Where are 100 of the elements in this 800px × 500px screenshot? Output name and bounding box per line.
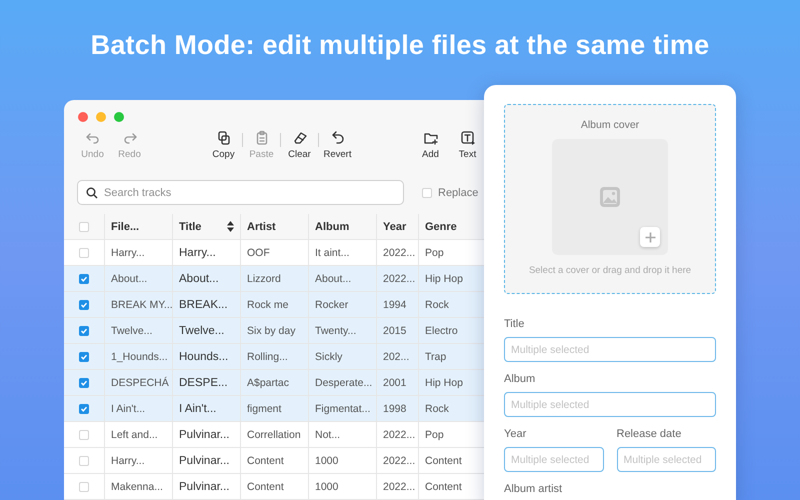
revert-button[interactable]: Revert: [319, 130, 356, 160]
table-row[interactable]: Harry... Pulvinar... Content 1000 2022... Content: [64, 448, 484, 474]
column-header[interactable]: Year: [376, 214, 418, 239]
row-checkbox[interactable]: [79, 274, 89, 284]
table-cell: Sickly: [315, 350, 342, 362]
table-cell: Hounds...: [179, 350, 228, 362]
table-cell: Harry...: [111, 246, 145, 258]
table-cell: 202...: [383, 350, 410, 362]
table-cell: Trap: [425, 350, 446, 362]
table-row[interactable]: DESPECHÁ DESPE... A$partac Desperate... 2001 Hip Hop: [64, 370, 484, 396]
minimize-button[interactable]: [96, 112, 106, 122]
cover-title: Album cover: [580, 119, 640, 131]
copy-button[interactable]: Copy: [205, 130, 242, 160]
table-cell: 2001: [383, 376, 406, 388]
row-checkbox[interactable]: [79, 352, 89, 362]
table-cell: Rocker: [315, 298, 348, 310]
sort-icon: [227, 221, 234, 232]
table-cell: Figmentat...: [315, 402, 370, 414]
add-button[interactable]: Add: [412, 130, 449, 160]
cover-drop-zone[interactable]: Album cover Select a cover or drag and drop it here: [504, 104, 716, 294]
table-cell: Content: [247, 454, 284, 466]
table-cell: Lizzord: [247, 272, 281, 284]
field-label: Year: [504, 428, 528, 440]
row-checkbox[interactable]: [79, 300, 89, 310]
table-row[interactable]: Makenna... Pulvinar... Content 1000 2022... Content: [64, 474, 484, 500]
column-header[interactable]: Title: [172, 214, 240, 239]
table-cell: DESPECHÁ: [111, 376, 169, 388]
input-field[interactable]: Multiple selected: [504, 392, 716, 417]
table-cell: Pulvinar...: [179, 428, 230, 440]
table-cell: 1_Hounds...: [111, 350, 168, 362]
table-cell: Desperate...: [315, 376, 372, 388]
table-cell: 1000: [315, 454, 338, 466]
table-cell: Content: [425, 454, 462, 466]
table-cell: Pulvinar...: [179, 454, 230, 466]
table-cell: 2022...: [383, 246, 416, 258]
table-row[interactable]: About... About... Lizzord About... 2022... Hip Hop: [64, 266, 484, 292]
table-cell: Pop: [425, 428, 444, 440]
table-cell: It aint...: [315, 246, 350, 258]
table-cell: OOF: [247, 246, 270, 258]
table-row[interactable]: Left and... Pulvinar... Correllation Not... 2022... Pop: [64, 422, 484, 448]
table-cell: Six by day: [247, 324, 296, 336]
table-cell: BREAK MY...: [111, 298, 172, 310]
table-cell: 2015: [383, 324, 406, 336]
table-cell: BREAK...: [179, 298, 228, 310]
close-button[interactable]: [78, 112, 88, 122]
table-cell: 2022...: [383, 454, 416, 466]
column-header[interactable]: Artist: [240, 214, 308, 239]
row-checkbox[interactable]: [79, 326, 89, 336]
table-cell: Content: [425, 480, 462, 492]
column-header[interactable]: Album: [308, 214, 376, 239]
table-cell: Twenty...: [315, 324, 356, 336]
table-cell: 2022...: [383, 272, 416, 284]
table-row[interactable]: Harry... Harry... OOF It aint... 2022... Pop: [64, 240, 484, 266]
table-cell: About...: [315, 272, 352, 284]
table-cell: Rock: [425, 298, 449, 310]
input-field[interactable]: Multiple selected: [504, 337, 716, 362]
table-row[interactable]: BREAK MY... BREAK... Rock me Rocker 1994 Rock: [64, 292, 484, 318]
table-cell: I Ain't...: [111, 402, 146, 414]
field-label: Release date: [616, 428, 682, 440]
replace-checkbox[interactable]: [422, 188, 432, 198]
revert-icon: [330, 130, 346, 146]
plus-icon: [644, 232, 656, 242]
table-row[interactable]: I Ain't... I Ain't... figment Figmentat... 1998 Rock: [64, 396, 484, 422]
search-icon: [86, 187, 98, 199]
table-cell: About...: [179, 272, 219, 284]
table-row[interactable]: Twelve... Twelve... Six by day Twenty... 2015 Electro: [64, 318, 484, 344]
column-header[interactable]: File...: [104, 214, 172, 239]
table-cell: 1000: [315, 480, 338, 492]
field-label: Album artist: [504, 483, 564, 495]
input-field[interactable]: Multiple selected: [616, 447, 716, 472]
row-checkbox[interactable]: [79, 404, 89, 414]
table-cell: About...: [111, 272, 148, 284]
table-cell: figment: [247, 402, 282, 414]
table-cell: DESPE...: [179, 376, 228, 388]
table-cell: Content: [247, 480, 284, 492]
table-cell: Correllation: [247, 428, 301, 440]
table-cell: Rock me: [247, 298, 288, 310]
table-cell: Left and...: [111, 428, 158, 440]
zoom-button[interactable]: [114, 112, 124, 122]
eraser-icon: [292, 130, 308, 146]
table-cell: Not...: [315, 428, 340, 440]
table-cell: Hip Hop: [425, 376, 463, 388]
field-label: Title: [504, 318, 526, 330]
text-button[interactable]: Text: [449, 130, 484, 160]
table-cell: Pop: [425, 246, 444, 258]
select-all-checkbox[interactable]: [79, 222, 89, 232]
table-cell: 1998: [383, 402, 406, 414]
search-field[interactable]: Search tracks: [77, 180, 404, 205]
table-cell: A$partac: [247, 376, 290, 388]
table-cell: I Ain't...: [179, 402, 216, 414]
clear-button[interactable]: Clear: [281, 130, 318, 160]
row-checkbox[interactable]: [79, 378, 89, 388]
table-cell: Rock: [425, 402, 449, 414]
headline: Batch Mode: edit multiple files at the same time: [90, 29, 710, 61]
add-cover-button[interactable]: [640, 227, 660, 247]
input-field[interactable]: Multiple selected: [504, 447, 604, 472]
table-cell: Harry...: [111, 454, 145, 466]
table-cell: Hip Hop: [425, 272, 463, 284]
table-row[interactable]: 1_Hounds... Hounds... Rolling... Sickly 202... Trap: [64, 344, 484, 370]
table-cell: 1994: [383, 298, 406, 310]
